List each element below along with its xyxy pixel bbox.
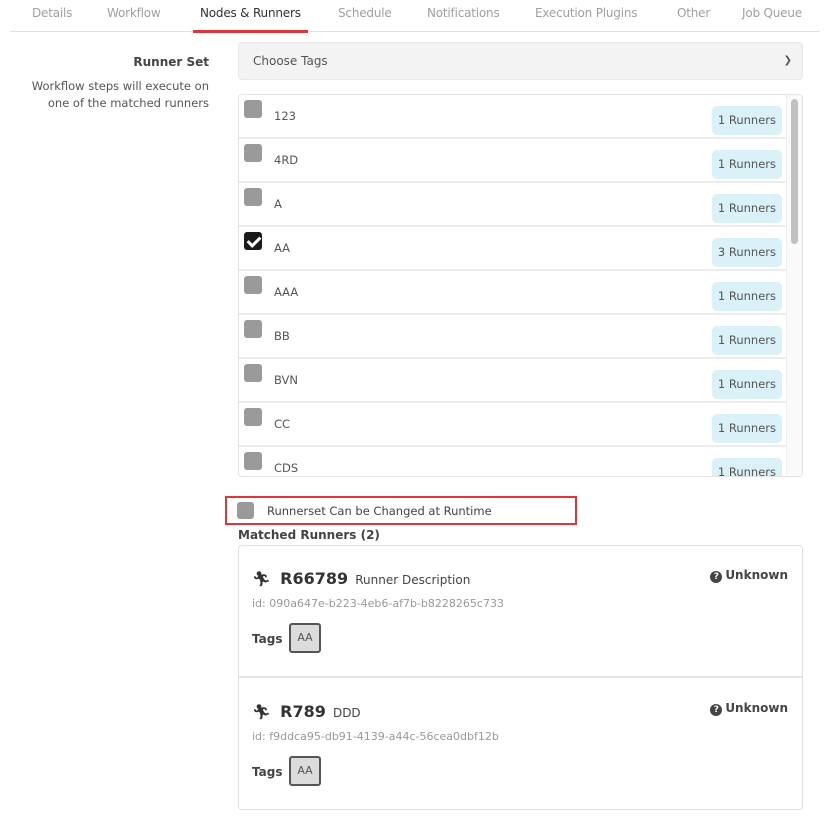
tab-details[interactable]: Details xyxy=(32,0,72,32)
tag-name: CC xyxy=(274,417,291,431)
tab-schedule[interactable]: Schedule xyxy=(338,0,392,32)
runner-count-badge: 1 Runners xyxy=(711,414,782,443)
runner-card: 🏃︎ R66789 Runner Description id: 090a647… xyxy=(239,546,802,678)
tag-name: AAA xyxy=(274,285,299,299)
runner-status: ? Unknown xyxy=(710,701,788,716)
runner-count-badge: 1 Runners xyxy=(711,150,782,179)
tag-name: AA xyxy=(274,241,291,255)
runner-id: id: f9ddca95-db91-4139-a44c-56cea0dbf12b xyxy=(252,730,499,743)
matched-runners-title: Matched Runners (2) xyxy=(238,528,380,542)
tag-row[interactable]: CC 1 Runners xyxy=(239,403,788,447)
question-circle-icon: ? xyxy=(710,571,723,583)
tag-checkbox[interactable] xyxy=(244,408,262,426)
runner-description: DDD xyxy=(332,706,361,720)
runner-count-badge: 1 Runners xyxy=(711,458,782,476)
tag-name: A xyxy=(274,197,282,211)
runner-set-help-line2: one of the matched runners xyxy=(47,96,209,110)
tag-checkbox-checked[interactable] xyxy=(244,232,262,250)
runner-count-badge: 3 Runners xyxy=(711,238,782,267)
runner-set-label: Runner Set xyxy=(133,55,209,69)
runner-card: 🏃︎ R789 DDD id: f9ddca95-db91-4139-a44c-… xyxy=(239,679,802,811)
choose-tags-placeholder: Choose Tags xyxy=(253,54,328,68)
tag-name: 4RD xyxy=(274,153,299,167)
choose-tags-select[interactable]: Choose Tags ❯ xyxy=(238,42,803,80)
tag-name: 123 xyxy=(274,109,296,123)
running-person-icon: 🏃︎ xyxy=(252,703,272,721)
runner-status-text: Unknown xyxy=(725,568,788,582)
tag-name: CDS xyxy=(274,461,299,475)
tab-job-queue[interactable]: Job Queue xyxy=(742,0,802,32)
runner-set-help-line1: Workflow steps will execute on xyxy=(31,79,209,93)
tab-workflow[interactable]: Workflow xyxy=(107,0,161,32)
tag-row[interactable]: BVN 1 Runners xyxy=(239,359,788,403)
runner-status-text: Unknown xyxy=(725,701,788,715)
tab-bar: Details Workflow Nodes & Runners Schedul… xyxy=(10,0,820,33)
runner-id: id: 090a647e-b223-4eb6-af7b-b8228265c733 xyxy=(252,597,504,610)
runner-status: ? Unknown xyxy=(710,568,788,583)
runner-title: 🏃︎ R66789 Runner Description xyxy=(252,569,470,588)
runner-count-badge: 1 Runners xyxy=(711,326,782,355)
running-person-icon: 🏃︎ xyxy=(252,570,272,588)
tags-label: Tags xyxy=(252,632,283,646)
tag-list-scrollbar[interactable] xyxy=(786,95,802,476)
tag-checkbox[interactable] xyxy=(244,144,262,162)
tag-list: 123 1 Runners 4RD 1 Runners A 1 Runners … xyxy=(238,94,803,477)
tag-name: BVN xyxy=(274,373,299,387)
question-circle-icon: ? xyxy=(710,704,723,716)
tab-notifications[interactable]: Notifications xyxy=(427,0,500,32)
runner-title: 🏃︎ R789 DDD xyxy=(252,702,361,721)
tag-checkbox[interactable] xyxy=(244,452,262,470)
tab-execution-plugins[interactable]: Execution Plugins xyxy=(535,0,637,32)
tags-label: Tags xyxy=(252,765,283,779)
scrollbar-thumb[interactable] xyxy=(791,99,798,244)
tab-nodes-runners[interactable]: Nodes & Runners xyxy=(193,0,308,33)
matched-runners-list: 🏃︎ R66789 Runner Description id: 090a647… xyxy=(238,545,803,810)
tag-row[interactable]: A 1 Runners xyxy=(239,183,788,227)
tag-checkbox[interactable] xyxy=(244,364,262,382)
chevron-down-icon: ❯ xyxy=(783,55,792,66)
runner-count-badge: 1 Runners xyxy=(711,106,782,135)
runner-count-badge: 1 Runners xyxy=(711,282,782,311)
tag-checkbox[interactable] xyxy=(244,276,262,294)
tag-name: BB xyxy=(274,329,290,343)
tag-checkbox[interactable] xyxy=(244,188,262,206)
tag-checkbox[interactable] xyxy=(244,320,262,338)
runner-description: Runner Description xyxy=(355,573,471,587)
runner-tag-chip: AA xyxy=(289,756,321,786)
runner-tag-chip: AA xyxy=(289,623,321,653)
runtime-change-option[interactable]: Runnerset Can be Changed at Runtime xyxy=(225,496,577,525)
runtime-change-checkbox[interactable] xyxy=(237,502,254,519)
runtime-change-label: Runnerset Can be Changed at Runtime xyxy=(267,504,492,518)
tag-row[interactable]: BB 1 Runners xyxy=(239,315,788,359)
tag-row[interactable]: 123 1 Runners xyxy=(239,95,788,139)
tag-row[interactable]: 4RD 1 Runners xyxy=(239,139,788,183)
runner-set-help: Workflow steps will execute on one of th… xyxy=(0,78,209,112)
tag-row[interactable]: CDS 1 Runners xyxy=(239,447,788,476)
runner-name[interactable]: R789 xyxy=(280,702,326,721)
tag-row[interactable]: AAA 1 Runners xyxy=(239,271,788,315)
tab-other[interactable]: Other xyxy=(677,0,710,32)
runner-name[interactable]: R66789 xyxy=(280,569,348,588)
runner-count-badge: 1 Runners xyxy=(711,370,782,399)
runner-count-badge: 1 Runners xyxy=(711,194,782,223)
tag-row[interactable]: AA 3 Runners xyxy=(239,227,788,271)
tag-checkbox[interactable] xyxy=(244,100,262,118)
